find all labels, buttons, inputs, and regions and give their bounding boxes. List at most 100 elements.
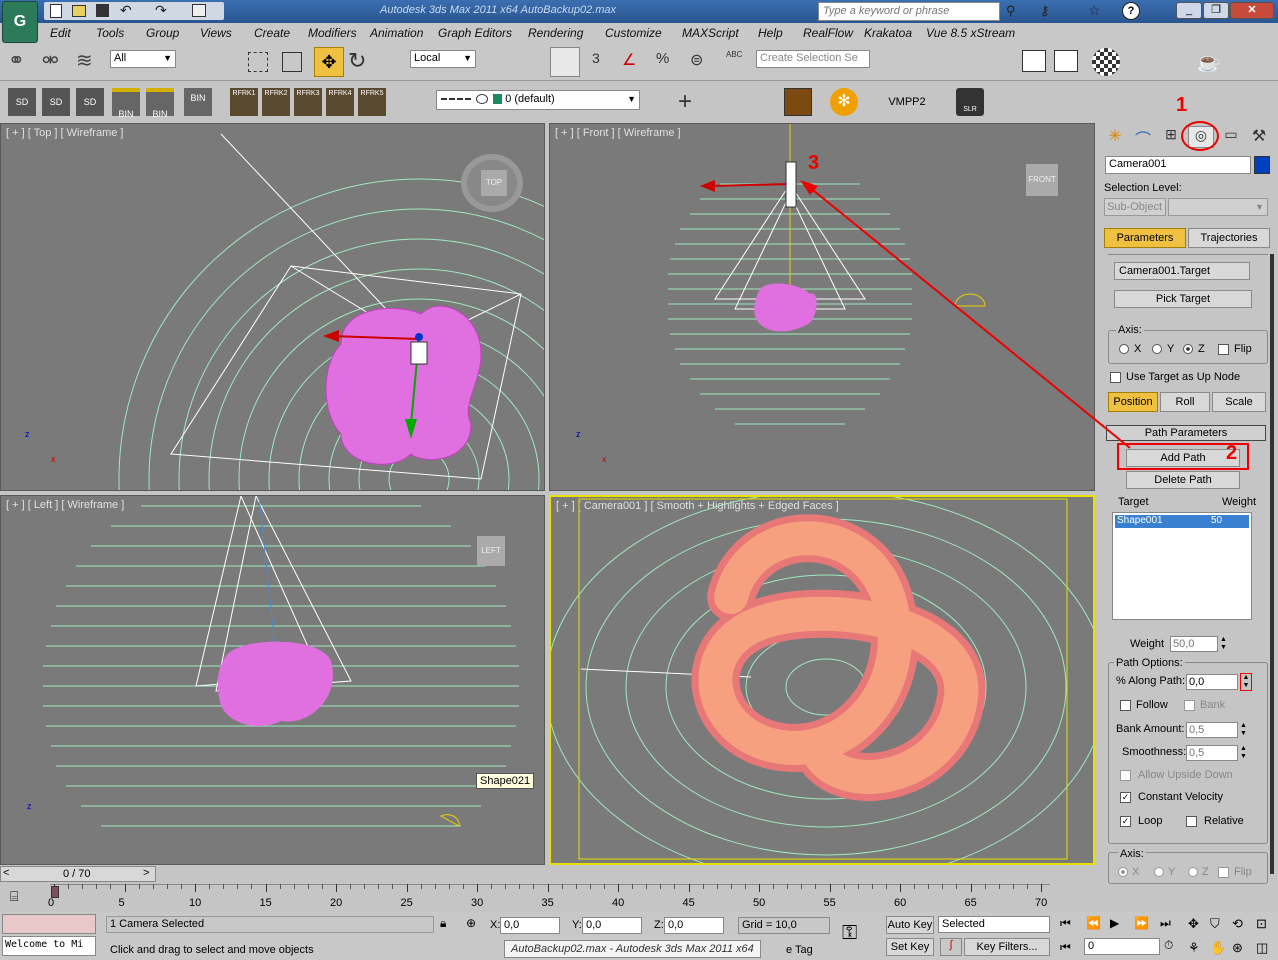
keyboard-shortcut-icon[interactable] (550, 47, 580, 77)
select-object-icon[interactable] (182, 48, 208, 74)
render-setup-icon[interactable] (1130, 48, 1156, 74)
set-key-button[interactable]: Set Key (886, 938, 934, 956)
go-to-start-icon[interactable]: ⏮ (1060, 916, 1071, 931)
orbit-icon[interactable]: ⟲ (1232, 916, 1243, 932)
roll-button[interactable]: Roll (1160, 392, 1210, 412)
weight-spinner[interactable]: 50,0 (1170, 636, 1218, 652)
absolute-mode-icon[interactable]: ⊕ (466, 916, 476, 930)
render-teapot-icon[interactable]: ☕ (1196, 50, 1221, 75)
star-icon[interactable]: ☆ (1088, 2, 1101, 19)
scroll-right-icon[interactable]: > (143, 867, 149, 879)
menu-item-rendering[interactable]: Rendering (528, 26, 583, 40)
move-tool-icon[interactable]: ✥ (314, 47, 344, 77)
selection-filter-dropdown[interactable]: All ▼ (110, 50, 176, 68)
relative-checkbox[interactable] (1186, 816, 1197, 827)
maximize-viewport-icon[interactable]: ⊡ (1256, 916, 1267, 932)
x-coord-field[interactable]: 0,0 (500, 917, 560, 934)
modify-tab-icon[interactable]: ⌒ (1130, 126, 1156, 149)
lock-icon[interactable]: 🔒︎ (440, 916, 446, 931)
menu-item-vue-8-5-xstream[interactable]: Vue 8.5 xStream (926, 26, 1015, 40)
close-button[interactable]: ✕ (1230, 2, 1274, 19)
object-name-field[interactable]: Camera001 (1105, 156, 1251, 174)
play-icon[interactable]: ▶ (1110, 916, 1119, 930)
bin-button-1[interactable]: BIN (112, 88, 140, 119)
scale-button[interactable]: Scale (1212, 392, 1266, 412)
set-key-curve-icon[interactable]: ∫ (940, 938, 962, 956)
material-editor-icon[interactable] (1092, 48, 1120, 76)
mirror-icon[interactable] (882, 48, 908, 74)
render-effect-icon[interactable] (784, 88, 812, 116)
selection-set-dropdown[interactable]: Create Selection Se (756, 50, 870, 68)
utilities-tab-icon[interactable]: ⚒ (1246, 126, 1272, 148)
menu-item-tools[interactable]: Tools (96, 26, 124, 40)
key-mode-icon[interactable]: ⚿ (842, 922, 878, 950)
menu-item-graph-editors[interactable]: Graph Editors (438, 26, 512, 40)
angle-snap-icon[interactable]: ∠ (622, 50, 646, 74)
along-path-arrows-icon[interactable]: ▲ ▼ (1240, 673, 1252, 691)
axis2-z-radio[interactable] (1188, 867, 1198, 877)
sub-object-button[interactable]: Sub-Object (1104, 198, 1166, 216)
rfrk2-button[interactable]: RFRK2 (262, 88, 290, 116)
timeline-config-icon[interactable]: ⌸ (10, 888, 18, 905)
parameters-tab[interactable]: Parameters (1104, 228, 1186, 248)
curve-editor-icon[interactable] (1022, 50, 1046, 72)
zoom-all-icon[interactable]: ⛉ (1210, 916, 1220, 932)
smooth-spinner-arrows-icon[interactable]: ▲ ▼ (1240, 745, 1250, 761)
vue-sun-icon[interactable]: ✻ (830, 88, 858, 116)
add-to-layer-icon[interactable]: + (678, 88, 692, 116)
use-target-up-checkbox[interactable] (1110, 372, 1121, 383)
path-target-list[interactable]: Shape001 50 (1112, 512, 1252, 620)
sub-object-dropdown[interactable]: ▼ (1168, 198, 1268, 216)
graphite-tools-icon[interactable] (988, 48, 1014, 74)
loop-checkbox[interactable]: ✓ (1120, 816, 1131, 827)
menu-item-group[interactable]: Group (146, 26, 179, 40)
viewcube-top[interactable]: TOP (461, 154, 523, 212)
scroll-left-icon[interactable]: < (3, 867, 9, 879)
time-config-icon[interactable]: ⏱ (1164, 938, 1173, 953)
flip-checkbox[interactable] (1218, 344, 1229, 355)
layer-manager-icon[interactable] (952, 48, 978, 74)
axis-x-radio[interactable] (1119, 344, 1129, 354)
new-file-icon[interactable] (50, 4, 62, 18)
search-box[interactable]: Type a keyword or phrase (818, 2, 1000, 21)
align-icon[interactable] (914, 48, 940, 74)
save-file-icon[interactable] (96, 4, 109, 17)
open-file-icon[interactable] (72, 5, 86, 17)
vmpp2-button[interactable]: VMPP2 (872, 88, 942, 116)
redo-icon[interactable]: ↷ (155, 2, 167, 19)
window-crossing-icon[interactable] (282, 52, 302, 72)
unlink-icon[interactable]: ⚮ (42, 48, 70, 76)
menu-item-views[interactable]: Views (200, 26, 232, 40)
viewport-camera[interactable]: [ + ] [ Camera001 ] [ Smooth + Highlight… (549, 495, 1095, 865)
key-icon[interactable]: ⚷ (1040, 3, 1050, 19)
add-time-tag[interactable]: e Tag (786, 944, 813, 956)
target-name-field[interactable]: Camera001.Target (1114, 262, 1250, 280)
coord-system-dropdown[interactable]: Local ▼ (410, 50, 476, 68)
binoculars-icon[interactable]: ⚲ (1006, 3, 1024, 19)
spinner-arrows-icon[interactable]: ▲ ▼ (1220, 636, 1230, 652)
axis-y-radio[interactable] (1152, 344, 1162, 354)
menu-item-modifiers[interactable]: Modifiers (308, 26, 357, 40)
menu-item-krakatoa[interactable]: Krakatoa (864, 26, 912, 40)
list-item[interactable]: Shape001 50 (1115, 515, 1249, 528)
pivot-center-icon[interactable] (482, 48, 508, 74)
pick-target-button[interactable]: Pick Target (1114, 290, 1252, 308)
maxscript-listener[interactable] (2, 914, 96, 934)
rendered-frame-icon[interactable] (1160, 48, 1186, 74)
field-of-view-icon[interactable]: ⚘ (1188, 940, 1200, 956)
app-logo-icon[interactable]: G (2, 1, 38, 43)
zoom-icon[interactable]: ✥ (1188, 916, 1199, 932)
project-icon[interactable] (192, 4, 206, 17)
bank-spinner-arrows-icon[interactable]: ▲ ▼ (1240, 722, 1250, 738)
minimize-button[interactable]: _ (1176, 2, 1202, 19)
trajectories-tab[interactable]: Trajectories (1188, 228, 1270, 248)
key-mode-dropdown[interactable]: Selected (938, 916, 1050, 933)
key-mode-toggle-icon[interactable]: ⏮ (1060, 940, 1071, 955)
percent-snap-icon[interactable]: % (656, 50, 669, 67)
display-tab-icon[interactable]: ▭ (1218, 126, 1244, 148)
path-params-rollout[interactable]: Path Parameters (1106, 425, 1266, 441)
time-slider[interactable]: < 0 / 70 > (0, 866, 156, 882)
viewcube-top-face[interactable]: TOP (481, 170, 507, 196)
bank-checkbox[interactable] (1184, 700, 1195, 711)
viewport-top[interactable]: [ + ] [ Top ] [ Wireframe ] TOP z x (0, 123, 545, 491)
